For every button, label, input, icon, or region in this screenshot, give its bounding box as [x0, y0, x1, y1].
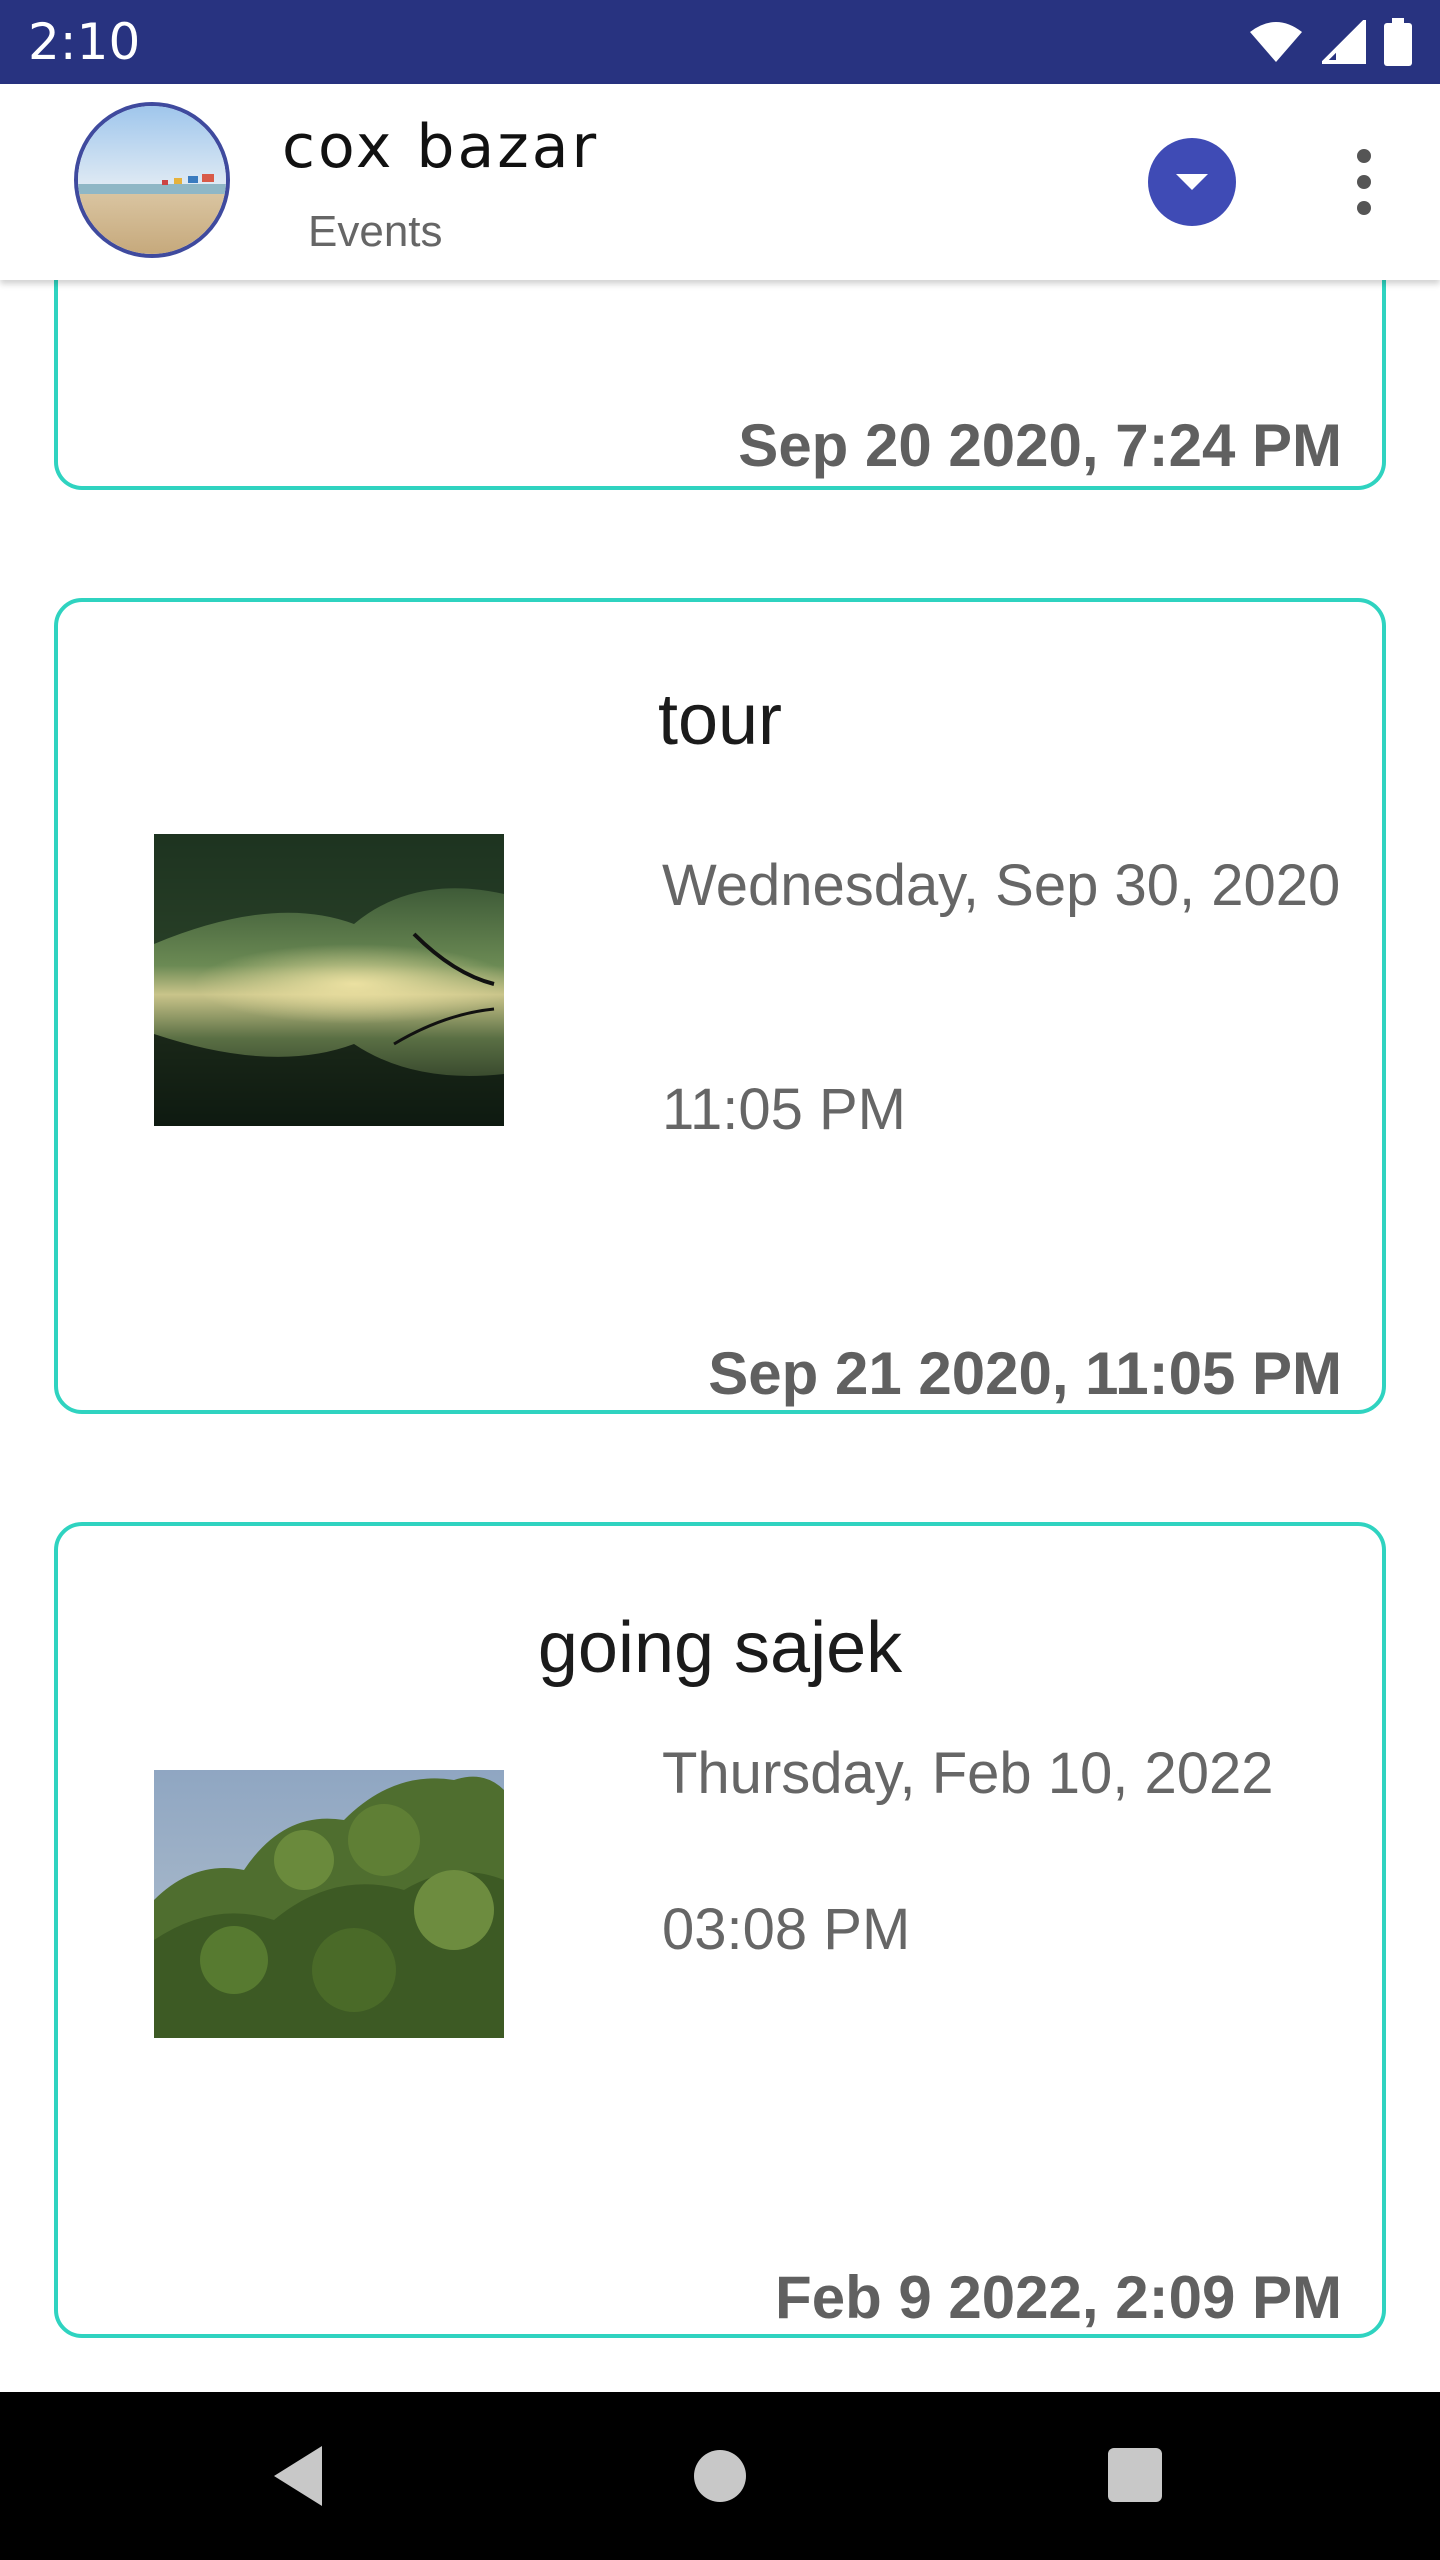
event-time: 11:05 PM: [662, 1077, 906, 1142]
recents-icon[interactable]: [1108, 2448, 1162, 2502]
status-time: 2:10: [28, 13, 141, 71]
back-icon[interactable]: [270, 2444, 326, 2513]
event-created-timestamp: Sep 21 2020, 11:05 PM: [708, 1340, 1342, 1407]
system-nav-bar: [0, 2392, 1440, 2560]
status-bar: 2:10: [0, 0, 1440, 84]
dropdown-button[interactable]: [1148, 138, 1236, 226]
app-toolbar: cox bazar Events: [0, 84, 1440, 280]
status-icons: [1248, 18, 1412, 66]
event-date: Thursday, Feb 10, 2022: [662, 1741, 1274, 1806]
misty-river-image: [154, 834, 504, 1126]
event-created-timestamp: Sep 20 2020, 7:24 PM: [738, 412, 1342, 479]
event-created-timestamp: Feb 9 2022, 2:09 PM: [775, 2264, 1342, 2331]
event-title: going sajek: [537, 1608, 903, 1688]
home-icon[interactable]: [694, 2450, 746, 2502]
event-card[interactable]: going sajek Thursday, Feb 10, 2022 03:08…: [54, 1522, 1386, 2338]
event-time: 03:08 PM: [662, 1897, 911, 1962]
avatar[interactable]: [74, 102, 230, 258]
chevron-down-icon: [1176, 174, 1208, 190]
event-thumbnail[interactable]: [154, 1770, 504, 2038]
event-thumbnail[interactable]: [154, 834, 504, 1126]
wifi-icon: [1248, 20, 1304, 64]
page-subtitle: Events: [308, 207, 443, 256]
signal-icon: [1322, 20, 1366, 64]
beach-avatar-image: [78, 106, 226, 254]
event-card[interactable]: tour Wednesday, Sep 30, 2020 11:05 PM Se…: [54, 598, 1386, 1414]
battery-icon: [1384, 18, 1412, 66]
page-title: cox bazar: [282, 112, 600, 182]
green-trees-image: [154, 1770, 504, 2038]
more-vert-icon: [1357, 149, 1371, 163]
more-options-button[interactable]: [1336, 140, 1392, 224]
event-date: Wednesday, Sep 30, 2020: [662, 853, 1341, 918]
event-title: tour: [657, 680, 783, 760]
